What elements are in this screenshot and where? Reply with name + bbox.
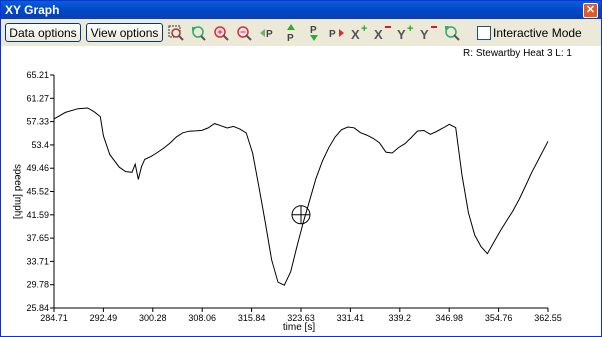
x-tick-label: 300.28: [139, 313, 167, 323]
x-tick-label: 315.84: [238, 313, 266, 323]
x-tick-label: 292.49: [90, 313, 118, 323]
y-add-icon[interactable]: Y +: [396, 23, 416, 43]
svg-text:Y: Y: [397, 27, 406, 42]
x-tick-label: 331.41: [337, 313, 365, 323]
xy-chart[interactable]: 65.21 61.27 57.33 53.4 49.46 45.52 41.59 37.65 3…: [1, 46, 601, 336]
x-tick-label: 362.55: [534, 313, 562, 323]
y-axis-label: speed [mph]: [12, 164, 23, 219]
svg-text:X: X: [351, 27, 360, 42]
svg-text:+: +: [361, 23, 367, 35]
crosshair-marker[interactable]: [291, 205, 311, 225]
marker-down-icon[interactable]: P: [304, 23, 324, 43]
y-tick-label: 45.52: [26, 187, 49, 197]
y-tick-label: 65.21: [26, 70, 49, 80]
y-tick-label: 53.4: [31, 140, 49, 150]
svg-text:Y: Y: [420, 27, 429, 42]
svg-text:P: P: [287, 33, 294, 43]
zoom-out-icon[interactable]: [234, 23, 254, 43]
speed-series-line: [53, 107, 549, 286]
x-tick-label: 284.71: [40, 313, 68, 323]
marker-up-icon[interactable]: P: [281, 23, 301, 43]
y-tick-label: 37.65: [26, 233, 49, 243]
prev-point-icon[interactable]: P: [257, 23, 277, 43]
toolbar: Data options View options P P P P X + X …: [1, 21, 601, 45]
x-tick-label: 346.98: [435, 313, 463, 323]
x-tick-label: 339.2: [389, 313, 412, 323]
svg-text:P: P: [266, 29, 273, 40]
next-point-icon[interactable]: P: [327, 23, 347, 43]
xy-graph-window: XY Graph ✕ Data options View options P P: [0, 0, 602, 337]
interactive-mode-label: Interactive Mode: [493, 26, 582, 40]
y-tick-label: 49.46: [26, 163, 49, 173]
y-tick-label: 33.71: [26, 256, 49, 266]
zoom-reset-icon[interactable]: [188, 23, 208, 43]
data-options-button[interactable]: Data options: [5, 23, 81, 42]
x-tick-label: 308.06: [188, 313, 216, 323]
svg-text:+: +: [407, 23, 413, 35]
x-remove-icon[interactable]: X: [373, 23, 393, 43]
close-button[interactable]: ✕: [583, 3, 598, 18]
view-options-button[interactable]: View options: [86, 23, 163, 42]
svg-text:P: P: [329, 29, 336, 40]
y-tick-label: 25.84: [26, 303, 49, 313]
refresh-icon[interactable]: [442, 23, 462, 43]
interactive-mode-checkbox[interactable]: [477, 26, 491, 40]
y-remove-icon[interactable]: Y: [419, 23, 439, 43]
plot-area[interactable]: R: Stewartby Heat 3 L: 1 65.21 61.27 57.33…: [1, 46, 601, 336]
y-tick-label: 61.27: [26, 93, 49, 103]
y-tick-label: 57.33: [26, 117, 49, 127]
x-tick-label: 354.76: [485, 313, 513, 323]
zoom-box-icon[interactable]: [166, 23, 186, 43]
y-tick-label: 41.59: [26, 210, 49, 220]
x-axis-label: time [s]: [283, 322, 315, 333]
title-bar[interactable]: XY Graph ✕: [1, 1, 601, 19]
y-tick-label: 29.78: [26, 280, 49, 290]
zoom-in-icon[interactable]: [211, 23, 231, 43]
x-add-icon[interactable]: X +: [350, 23, 370, 43]
window-title: XY Graph: [5, 3, 60, 17]
svg-text:P: P: [310, 25, 317, 36]
svg-text:X: X: [374, 27, 383, 42]
